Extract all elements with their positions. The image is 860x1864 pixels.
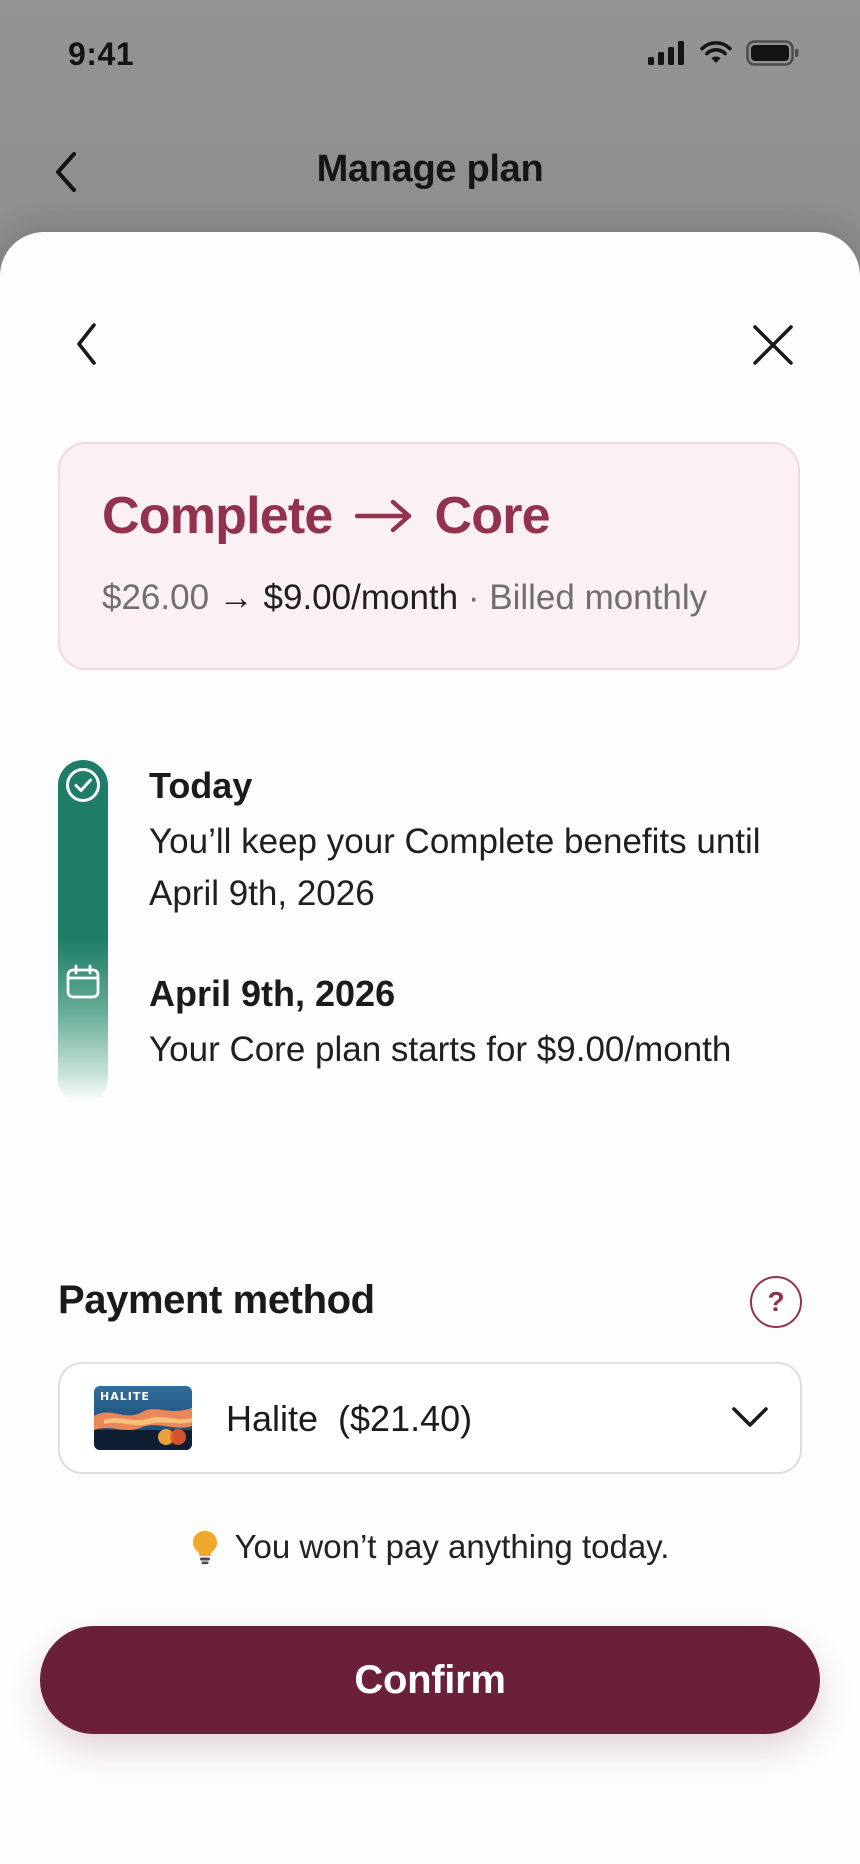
plan-change-title: Complete Core [102, 486, 551, 546]
new-price: $9.00/month [263, 578, 459, 617]
selected-payment-method: Halite ($21.40) [226, 1398, 473, 1439]
price-arrow: → [218, 578, 254, 617]
timeline-body: Your Core plan starts for $9.00/month [149, 1030, 732, 1069]
battery-icon [746, 40, 799, 66]
old-price: $26.00 [102, 578, 210, 617]
plan-price-change: $26.00 → $9.00/month · Billed monthly [102, 578, 707, 618]
payment-method-label: Payment method [58, 1278, 375, 1322]
status-bar: 9:41 [0, 0, 860, 110]
card-brand-text: HALITE [100, 1390, 150, 1403]
card-thumbnail: HALITE [94, 1386, 192, 1450]
timeline-heading: Today [149, 765, 253, 806]
calendar-icon [66, 964, 100, 999]
from-plan-name: Complete [102, 487, 333, 545]
status-time: 9:41 [68, 36, 135, 72]
timeline-item-today: Today You’ll keep your Complete benefits… [149, 764, 809, 920]
timeline-heading: April 9th, 2026 [149, 973, 396, 1014]
timeline-item-start-date: April 9th, 2026 Your Core plan starts fo… [149, 972, 809, 1076]
billing-cycle: · Billed monthly [467, 578, 708, 617]
help-button[interactable]: ? [750, 1276, 802, 1328]
info-line: You won’t pay anything today. [0, 1528, 860, 1566]
sheet-back-icon[interactable] [68, 320, 108, 368]
chevron-down-icon [732, 1407, 768, 1427]
status-icons [648, 40, 800, 66]
lightbulb-icon [192, 1531, 217, 1565]
info-text: You won’t pay anything today. [234, 1528, 670, 1565]
close-icon[interactable] [748, 320, 798, 370]
timeline-body: You’ll keep your Complete benefits until… [149, 822, 761, 913]
cellular-signal-icon [648, 41, 684, 65]
background-nav: Manage plan [0, 130, 860, 210]
confirm-button[interactable]: Confirm [40, 1626, 820, 1734]
plan-change-card: Complete Core $26.00 → $9.00/month · Bil… [58, 442, 800, 670]
timeline-bar [58, 760, 108, 1102]
payment-method-select[interactable]: HALITE Halite ($21.40) [58, 1362, 802, 1474]
arrow-right-icon [354, 499, 411, 533]
page-title: Manage plan [316, 148, 544, 190]
bottom-sheet: Complete Core $26.00 → $9.00/month · Bil… [0, 232, 860, 1864]
check-circle-icon [66, 768, 100, 802]
wifi-icon [700, 41, 732, 63]
to-plan-name: Core [434, 487, 551, 545]
